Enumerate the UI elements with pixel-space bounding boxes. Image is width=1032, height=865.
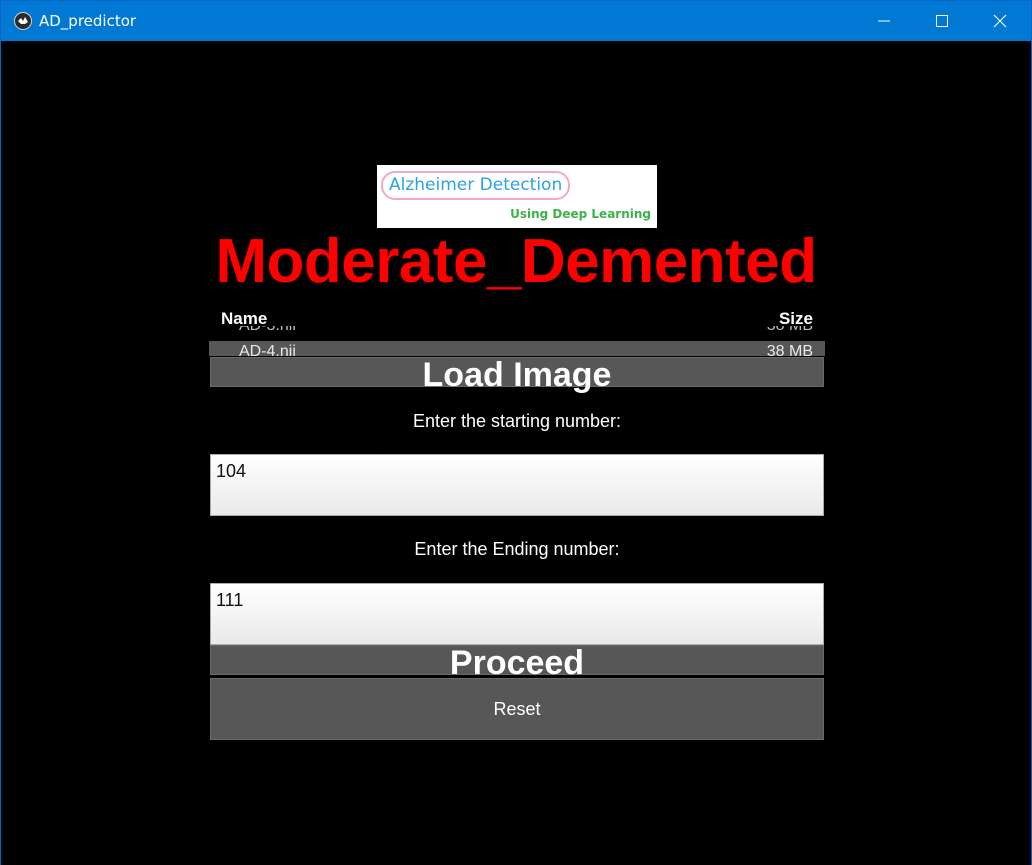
- file-list-row[interactable]: AD-3.nii 38 MB: [209, 326, 825, 336]
- maximize-button[interactable]: [913, 1, 971, 41]
- end-number-input[interactable]: 111: [210, 583, 824, 645]
- minimize-button[interactable]: [855, 1, 913, 41]
- logo-subtitle: Using Deep Learning: [510, 207, 651, 221]
- maximize-icon: [936, 15, 948, 27]
- proceed-button[interactable]: Proceed: [210, 645, 824, 680]
- end-number-label: Enter the Ending number:: [414, 539, 620, 559]
- app-window: AD_predictor Alzheimer Detection Using D…: [0, 0, 1032, 865]
- prediction-result: Moderate_Demented: [215, 227, 817, 296]
- reset-button[interactable]: Reset: [210, 678, 824, 740]
- logo-title: Alzheimer Detection: [381, 171, 571, 200]
- file-list-row-selected[interactable]: AD-4.nii 38 MB: [209, 341, 825, 356]
- file-size: 38 MB: [766, 343, 813, 356]
- logo-image: Alzheimer Detection Using Deep Learning: [377, 165, 657, 228]
- file-size: 38 MB: [767, 326, 813, 335]
- file-name: AD-4.nii: [239, 343, 296, 356]
- app-icon: [14, 12, 32, 30]
- window-title: AD_predictor: [39, 12, 137, 30]
- file-name: AD-3.nii: [239, 326, 296, 335]
- start-number-label: Enter the starting number:: [412, 411, 622, 431]
- load-image-button[interactable]: Load Image: [210, 357, 824, 392]
- title-bar[interactable]: AD_predictor: [1, 1, 1031, 41]
- minimize-icon: [878, 20, 890, 22]
- close-button[interactable]: [971, 1, 1029, 41]
- close-icon: [993, 14, 1007, 28]
- app-content: Alzheimer Detection Using Deep Learning …: [1, 41, 1031, 865]
- start-number-input[interactable]: 104: [210, 454, 824, 516]
